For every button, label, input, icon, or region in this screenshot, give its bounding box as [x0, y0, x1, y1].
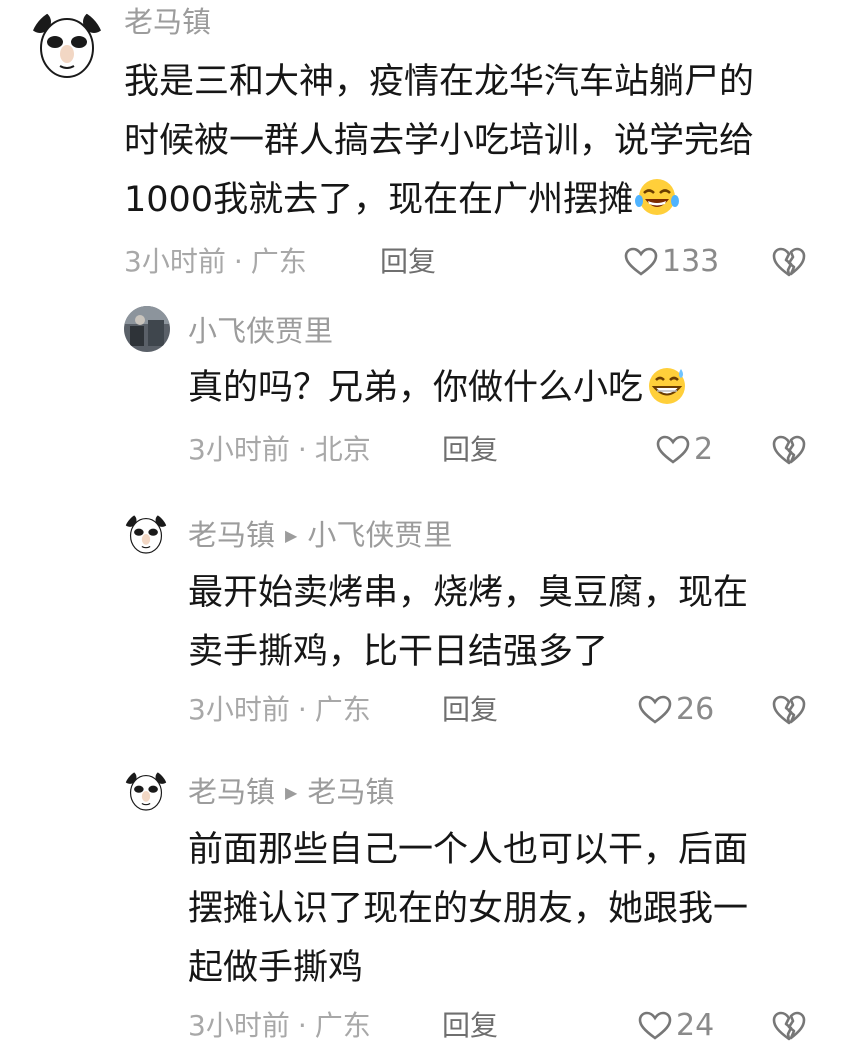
like-count: 133 [662, 244, 720, 279]
comment-line: 我是三和大神，疫情在龙华汽车站躺尸的 [124, 62, 755, 102]
broken-heart-icon [772, 695, 806, 725]
like-button[interactable]: 2 [656, 432, 713, 468]
comment-line: 最开始卖烤串，烧烤，臭豆腐，现在 [188, 573, 749, 613]
dislike-button[interactable] [772, 246, 806, 278]
author-name[interactable]: 老马镇 [188, 775, 275, 809]
comment-line: 前面那些自己一个人也可以干，后面 [188, 830, 749, 870]
meta-separator: · [297, 1009, 307, 1042]
comment-location: 北京 [314, 433, 371, 466]
broken-heart-icon [772, 247, 806, 277]
like-count: 26 [676, 692, 715, 727]
meta-separator: · [297, 693, 307, 726]
comment-line-text: 真的吗？兄弟，你做什么小吃 [188, 368, 644, 408]
comment-author[interactable]: 老马镇 ▶ 老马镇 [188, 774, 394, 815]
comment-time: 3小时前 [188, 1009, 290, 1042]
reply-to-name[interactable]: 老马镇 [307, 775, 394, 809]
comment-line: 真的吗？兄弟，你做什么小吃 [188, 359, 689, 418]
dislike-button[interactable] [772, 434, 806, 466]
comment-location: 广东 [314, 1009, 371, 1042]
like-button[interactable]: 26 [638, 692, 714, 728]
broken-heart-icon [772, 435, 806, 465]
panda-face-icon [124, 512, 168, 556]
reply-arrow-icon: ▶ [285, 783, 298, 802]
author-name[interactable]: 老马镇 [124, 5, 211, 39]
comment-text: 前面那些自己一个人也可以干，后面 摆摊认识了现在的女朋友，她跟我一 起做手撕鸡 [188, 821, 748, 998]
meta-separator: · [297, 433, 307, 466]
panda-avatar[interactable] [124, 512, 168, 556]
comment-location: 广东 [250, 245, 307, 278]
photo-avatar-icon [124, 306, 170, 352]
reply-arrow-icon: ▶ [285, 526, 298, 545]
broken-heart-icon [772, 1011, 806, 1041]
panda-face-icon [124, 769, 168, 813]
reply-button[interactable]: 回复 [442, 432, 498, 468]
like-count: 2 [694, 432, 714, 467]
comment-meta: 3小时前 · 广东 [188, 692, 371, 728]
reply-button[interactable]: 回复 [442, 692, 498, 728]
comment-author[interactable]: 老马镇 [124, 4, 211, 40]
grinning-sweat-emoji-icon [645, 365, 689, 405]
reply-button[interactable]: 回复 [442, 1008, 498, 1044]
heart-outline-icon [656, 435, 690, 464]
panda-face-icon [30, 9, 104, 81]
dislike-button[interactable] [772, 1010, 806, 1042]
reply-to-name[interactable]: 小飞侠贾里 [307, 518, 452, 552]
panda-avatar[interactable] [124, 769, 168, 813]
comment-time: 3小时前 [124, 245, 226, 278]
comment-text: 最开始卖烤串，烧烤，臭豆腐，现在 卖手撕鸡，比干日结强多了 [188, 564, 748, 682]
comment-time: 3小时前 [188, 693, 290, 726]
dislike-button[interactable] [772, 694, 806, 726]
comment-line-text: 1000我就去了，现在在广州摆摊 [124, 180, 634, 220]
comment-text: 我是三和大神，疫情在龙华汽车站躺尸的 时候被一群人搞去学小吃培训，说学完给 10… [124, 53, 754, 230]
author-name[interactable]: 小飞侠贾里 [188, 314, 333, 348]
comment-line: 摆摊认识了现在的女朋友，她跟我一 [188, 889, 749, 929]
comment-line: 起做手撕鸡 [188, 948, 364, 988]
heart-outline-icon [624, 247, 658, 276]
meta-separator: · [233, 245, 243, 278]
comment-line: 时候被一群人搞去学小吃培训，说学完给 [124, 121, 755, 161]
heart-outline-icon [638, 695, 672, 724]
reply-button[interactable]: 回复 [380, 244, 436, 280]
comment-time: 3小时前 [188, 433, 290, 466]
comment-author[interactable]: 小飞侠贾里 [188, 313, 333, 349]
panda-avatar[interactable] [30, 8, 104, 82]
like-button[interactable]: 133 [624, 244, 719, 280]
laughing-emoji-icon [635, 177, 680, 217]
author-name[interactable]: 老马镇 [188, 518, 275, 552]
heart-outline-icon [638, 1011, 672, 1040]
comment-meta: 3小时前 · 广东 [188, 1008, 371, 1044]
comment-meta: 3小时前 · 广东 [124, 244, 307, 280]
like-count: 24 [676, 1008, 715, 1043]
comment-author[interactable]: 老马镇 ▶ 小飞侠贾里 [188, 517, 452, 558]
comment-meta: 3小时前 · 北京 [188, 432, 371, 468]
comment-line: 卖手撕鸡，比干日结强多了 [188, 632, 609, 672]
comment-location: 广东 [314, 693, 371, 726]
user-avatar[interactable] [124, 306, 170, 352]
like-button[interactable]: 24 [638, 1008, 714, 1044]
comment-line: 1000我就去了，现在在广州摆摊 [124, 171, 754, 230]
comment-text: 真的吗？兄弟，你做什么小吃 [188, 359, 689, 418]
